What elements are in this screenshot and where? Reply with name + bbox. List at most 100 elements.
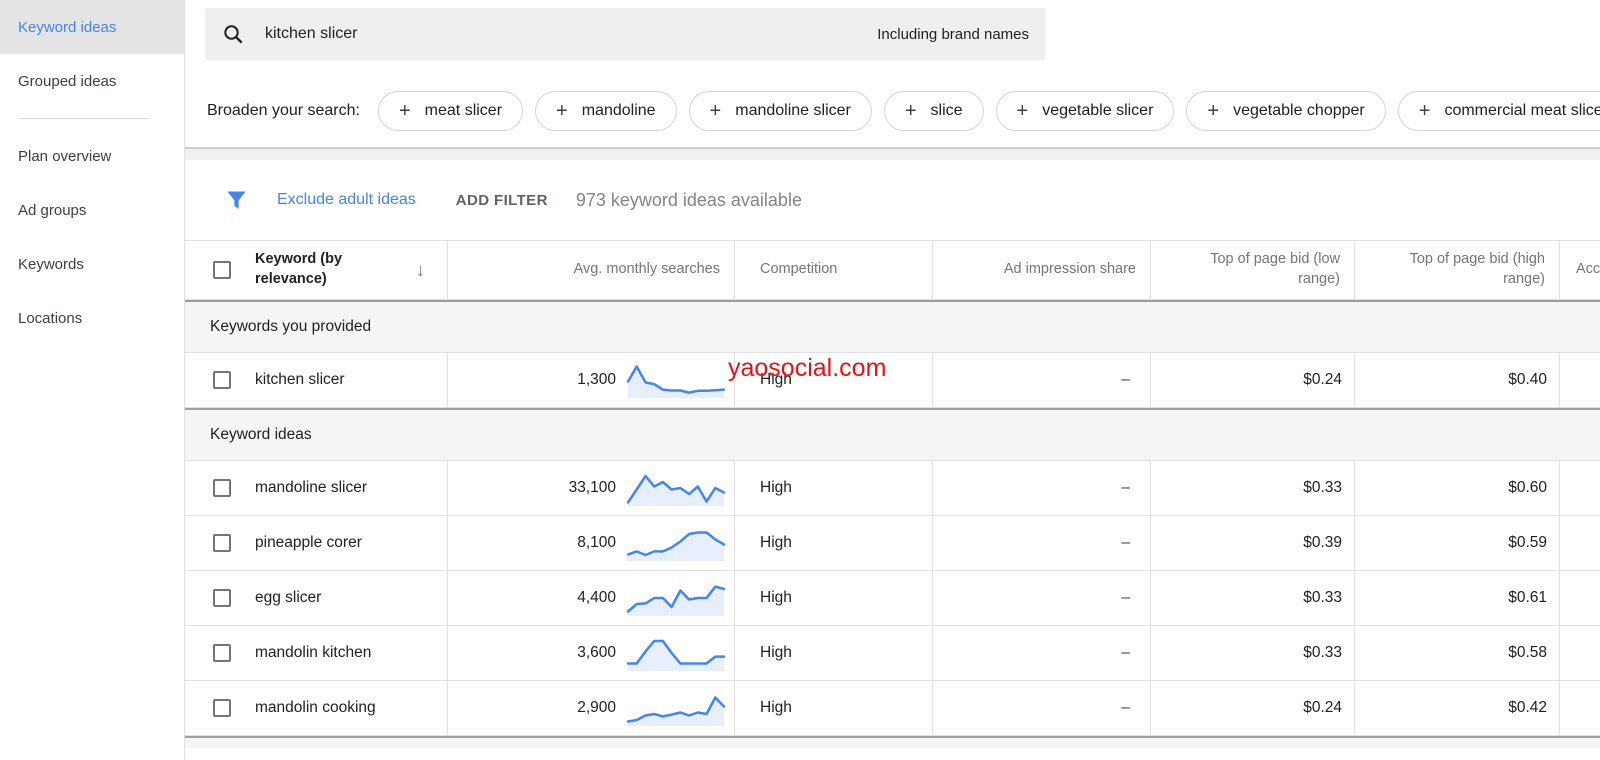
- top-bid-low-cell: $0.33: [1151, 461, 1355, 515]
- keyword-text: kitchen slicer: [255, 371, 345, 389]
- column-header-top-bid-low[interactable]: Top of page bid (low range): [1151, 241, 1355, 299]
- table-header-row: Keyword (by relevance) ↓ Avg. monthly se…: [185, 240, 1600, 300]
- ad-impression-share-cell: –: [933, 571, 1151, 625]
- sidebar-item-ad-groups[interactable]: Ad groups: [0, 183, 184, 237]
- keyword-count-text: 973 keyword ideas available: [576, 190, 802, 211]
- column-header-account-truncated[interactable]: Acc: [1560, 241, 1600, 299]
- row-checkbox[interactable]: [213, 371, 231, 389]
- competition-cell: High: [735, 571, 933, 625]
- filter-toolbar: Exclude adult ideas ADD FILTER 973 keywo…: [185, 160, 1600, 240]
- ad-impression-share-cell: –: [933, 681, 1151, 735]
- top-bid-high-cell: $0.40: [1355, 353, 1560, 407]
- column-header-ad-impression-share[interactable]: Ad impression share: [933, 241, 1151, 299]
- competition-cell: High: [735, 626, 933, 680]
- column-header-top-bid-high[interactable]: Top of page bid (high range): [1355, 241, 1560, 299]
- trend-sparkline-chart: [626, 469, 726, 507]
- plus-icon: +: [1207, 100, 1219, 123]
- search-volume: 33,100: [569, 479, 616, 497]
- chip-label: vegetable chopper: [1233, 102, 1365, 120]
- column-header-keyword[interactable]: Keyword (by relevance) ↓: [185, 241, 448, 299]
- plus-icon: +: [1017, 100, 1029, 123]
- search-query[interactable]: kitchen slicer: [265, 25, 357, 43]
- search-volume: 8,100: [577, 534, 616, 552]
- row-checkbox[interactable]: [213, 644, 231, 662]
- broaden-chip-mandoline[interactable]: +mandoline: [535, 91, 677, 131]
- row-checkbox[interactable]: [213, 589, 231, 607]
- table-row-mandolin-cooking: mandolin cooking2,900High–$0.24$0.42: [185, 681, 1600, 736]
- broaden-chip-mandoline-slicer[interactable]: + mandoline slicer: [689, 91, 872, 131]
- trend-sparkline-chart: [626, 361, 726, 399]
- plus-icon: +: [556, 100, 568, 123]
- account-cell: [1560, 461, 1600, 515]
- select-all-checkbox[interactable]: [213, 261, 231, 279]
- competition-cell: High: [735, 461, 933, 515]
- account-cell: [1560, 681, 1600, 735]
- table-body: Keywords you providedkitchen slicer1,300…: [185, 300, 1600, 736]
- ad-impression-share-cell: –: [933, 461, 1151, 515]
- filter-funnel-icon[interactable]: [226, 190, 247, 211]
- broaden-chip-meat-slicer[interactable]: + meat slicer: [378, 91, 523, 131]
- sidebar-item-grouped-ideas[interactable]: Grouped ideas: [0, 54, 184, 108]
- sidebar-item-plan-overview[interactable]: Plan overview: [0, 129, 184, 183]
- add-filter-button[interactable]: ADD FILTER: [456, 192, 548, 209]
- next-section-edge: [185, 736, 1600, 748]
- plus-icon: +: [399, 100, 411, 123]
- account-cell: [1560, 571, 1600, 625]
- keyword-cell: mandolin cooking: [185, 681, 448, 735]
- row-checkbox[interactable]: [213, 534, 231, 552]
- row-checkbox[interactable]: [213, 479, 231, 497]
- chip-label: meat slicer: [425, 102, 502, 120]
- table-row-mandoline-slicer: mandoline slicer 33,100 High–$0.33$0.60: [185, 461, 1600, 516]
- broaden-chip-vegetable-slicer[interactable]: +vegetable slicer: [996, 91, 1175, 131]
- sort-descending-icon[interactable]: ↓: [416, 258, 447, 282]
- top-bid-high-cell: $0.60: [1355, 461, 1560, 515]
- top-bid-high-cell: $0.42: [1355, 681, 1560, 735]
- top-bid-high-cell: $0.61: [1355, 571, 1560, 625]
- sidebar-item-keywords[interactable]: Keywords: [0, 237, 184, 291]
- competition-cell: High: [735, 516, 933, 570]
- avg-monthly-searches-cell: 1,300: [448, 353, 735, 407]
- search-volume: 4,400: [577, 589, 616, 607]
- avg-monthly-searches-cell: 4,400: [448, 571, 735, 625]
- broaden-chip-commercial-meat-slicer[interactable]: +commercial meat slicer: [1398, 91, 1600, 131]
- chip-label: mandoline slicer: [735, 102, 851, 120]
- column-header-competition[interactable]: Competition: [735, 241, 933, 299]
- keyword-cell: pineapple corer: [185, 516, 448, 570]
- ad-impression-share-cell: –: [933, 516, 1151, 570]
- top-bid-low-cell: $0.24: [1151, 681, 1355, 735]
- table-row-egg-slicer: egg slicer4,400High–$0.33$0.61: [185, 571, 1600, 626]
- broaden-chip-slice[interactable]: + slice: [884, 91, 984, 131]
- top-bid-low-cell: $0.33: [1151, 626, 1355, 680]
- exclude-adult-ideas-link[interactable]: Exclude adult ideas: [277, 191, 416, 209]
- avg-monthly-searches-cell: 8,100: [448, 516, 735, 570]
- brand-names-note: Including brand names: [877, 26, 1029, 43]
- keyword-cell: mandolin kitchen: [185, 626, 448, 680]
- main-content: kitchen slicer Including brand names Bro…: [185, 0, 1600, 760]
- search-volume: 3,600: [577, 644, 616, 662]
- broaden-search-label: Broaden your search:: [207, 102, 360, 120]
- account-cell: [1560, 516, 1600, 570]
- plus-icon: +: [710, 100, 722, 123]
- broaden-chip-vegetable-chopper[interactable]: + vegetable chopper: [1186, 91, 1385, 131]
- keyword-text: pineapple corer: [255, 534, 362, 552]
- trend-sparkline-chart: [626, 524, 726, 562]
- row-checkbox[interactable]: [213, 699, 231, 717]
- account-cell: [1560, 353, 1600, 407]
- plus-icon: +: [905, 100, 917, 123]
- trend-sparkline-chart: [626, 579, 726, 617]
- keyword-planner-app: Keyword ideasGrouped ideasPlan overviewA…: [0, 0, 1600, 760]
- trend-sparkline-chart: [626, 689, 726, 727]
- keyword-text: mandoline slicer: [255, 479, 367, 497]
- chip-label: slice: [931, 102, 963, 120]
- keyword-search-bar[interactable]: kitchen slicer Including brand names: [205, 8, 1045, 60]
- table-row-pineapple-corer: pineapple corer8,100High–$0.39$0.59: [185, 516, 1600, 571]
- column-header-avg-monthly-searches[interactable]: Avg. monthly searches: [448, 241, 735, 299]
- sidebar-item-keyword-ideas[interactable]: Keyword ideas: [0, 0, 184, 54]
- keyword-cell: mandoline slicer: [185, 461, 448, 515]
- top-bid-high-cell: $0.59: [1355, 516, 1560, 570]
- sidebar-item-locations[interactable]: Locations: [0, 291, 184, 345]
- ad-impression-share-cell: –: [933, 626, 1151, 680]
- avg-monthly-searches-cell: 2,900: [448, 681, 735, 735]
- section-header-keyword-ideas: Keyword ideas: [185, 408, 1600, 461]
- avg-monthly-searches-cell: 33,100: [448, 461, 735, 515]
